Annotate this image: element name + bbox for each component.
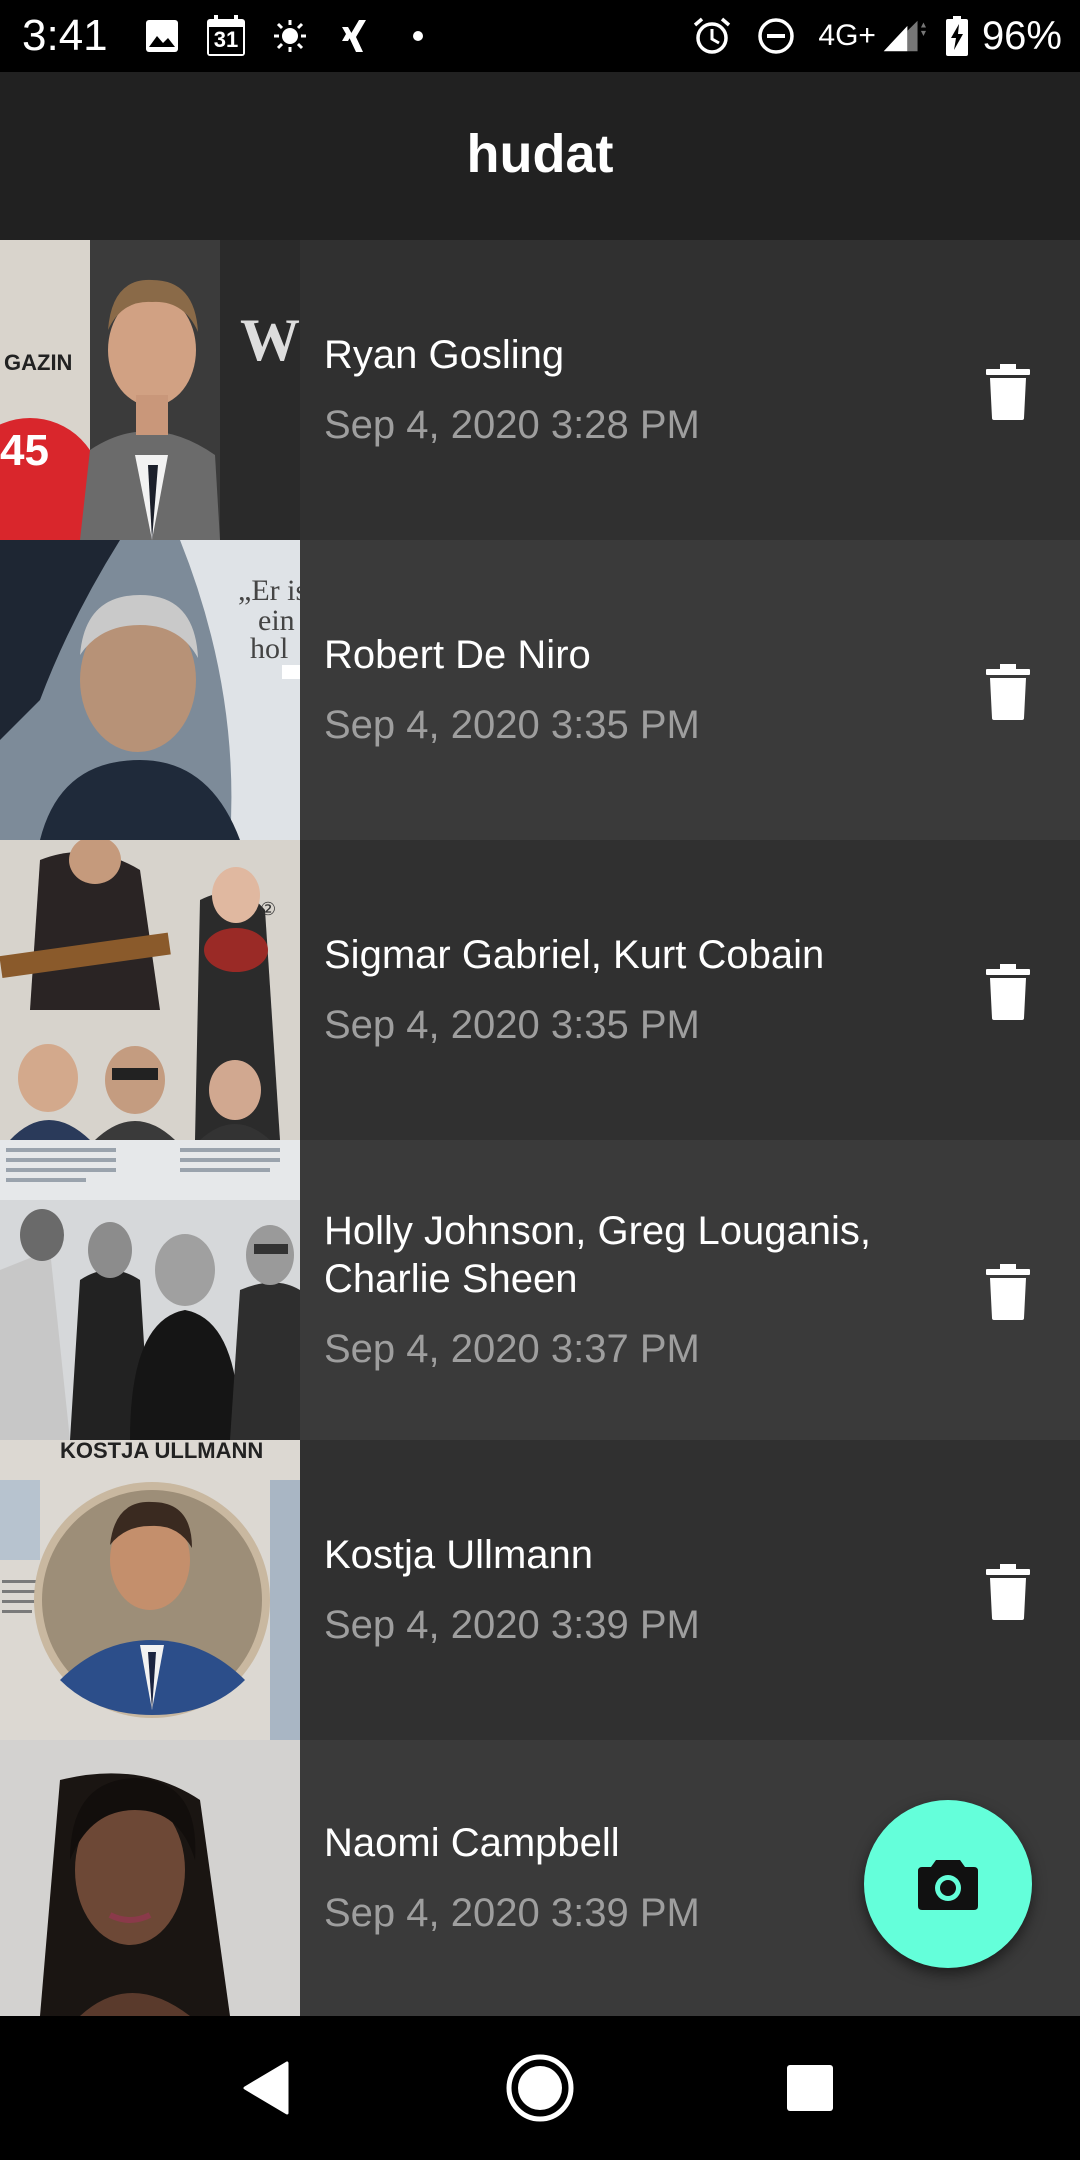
svg-text:hol: hol [250, 632, 288, 665]
photo-thumbnail: „Er is ein hol [0, 540, 300, 840]
calendar-day: 31 [213, 27, 239, 52]
trash-icon [986, 664, 1030, 720]
person-names: Ryan Gosling [324, 333, 565, 377]
delete-button[interactable] [980, 1262, 1036, 1322]
list-item[interactable]: Holly Johnson, Greg Louganis, Charlie Sh… [0, 1140, 1080, 1440]
list-item[interactable]: ② Sigmar Gabriel, Kurt Cobain Sep 4, 202… [0, 840, 1080, 1140]
back-icon [243, 2061, 289, 2115]
trash-icon [986, 964, 1030, 1020]
app-bar: hudat [0, 72, 1080, 240]
person-names: Naomi Campbell [324, 1821, 620, 1865]
alarm-icon [690, 14, 734, 58]
calendar-icon: 31 [204, 14, 248, 58]
recents-button[interactable] [774, 2052, 846, 2124]
trash-icon [986, 364, 1030, 420]
list-item-text: Robert De Niro Sep 4, 2020 3:35 PM [324, 540, 924, 840]
timestamp: Sep 4, 2020 3:37 PM [324, 1327, 700, 1371]
list-item[interactable]: „Er is ein hol Robert De Niro Sep 4, 202… [0, 540, 1080, 840]
camera-icon [918, 1860, 978, 1910]
timestamp: Sep 4, 2020 3:39 PM [324, 1603, 700, 1647]
list-item-text: Sigmar Gabriel, Kurt Cobain Sep 4, 2020 … [324, 840, 924, 1140]
brightness-icon [268, 14, 312, 58]
svg-text:②: ② [260, 899, 276, 919]
signal-icon [882, 14, 926, 58]
list-item[interactable]: KOSTJA ULLMANN Kostja Ullmann Sep 4, 202… [0, 1440, 1080, 1740]
recents-icon [787, 2065, 833, 2111]
dot-icon [396, 14, 440, 58]
list-item-text: Ryan Gosling Sep 4, 2020 3:28 PM [324, 240, 924, 540]
camera-fab-button[interactable] [864, 1800, 1032, 1968]
photo-thumbnail [0, 1740, 300, 2040]
home-button[interactable] [504, 2052, 576, 2124]
list-item-text: Holly Johnson, Greg Louganis, Charlie Sh… [324, 1140, 924, 1440]
person-names: Holly Johnson, Greg Louganis, Charlie Sh… [324, 1209, 871, 1301]
svg-text:45: 45 [0, 426, 49, 475]
svg-text:GAZIN: GAZIN [4, 350, 72, 375]
timestamp: Sep 4, 2020 3:35 PM [324, 1003, 700, 1047]
svg-text:W: W [240, 307, 300, 373]
svg-text:„Er is: „Er is [238, 574, 300, 607]
photo-thumbnail [0, 1140, 300, 1440]
svg-text:KOSTJA ULLMANN: KOSTJA ULLMANN [60, 1440, 263, 1463]
timestamp: Sep 4, 2020 3:39 PM [324, 1891, 700, 1935]
delete-button[interactable] [980, 662, 1036, 722]
status-left-icons: 31 [140, 14, 460, 58]
person-names: Kostja Ullmann [324, 1533, 594, 1577]
person-names: Sigmar Gabriel, Kurt Cobain [324, 933, 825, 977]
battery-percent: 96% [981, 13, 1062, 58]
list-item-text: Kostja Ullmann Sep 4, 2020 3:39 PM [324, 1440, 924, 1740]
status-right: 4G+ 96% [670, 12, 1062, 60]
xing-icon [332, 14, 376, 58]
photo-thumbnail: KOSTJA ULLMANN [0, 1440, 300, 1740]
delete-button[interactable] [980, 1562, 1036, 1622]
delete-button[interactable] [980, 962, 1036, 1022]
do-not-disturb-icon [754, 14, 798, 58]
back-button[interactable] [230, 2052, 302, 2124]
timestamp: Sep 4, 2020 3:28 PM [324, 403, 700, 447]
timestamp: Sep 4, 2020 3:35 PM [324, 703, 700, 747]
list-item-text: Naomi Campbell Sep 4, 2020 3:39 PM [324, 1740, 924, 2016]
navigation-bar [0, 2016, 1080, 2160]
battery-charging-icon [942, 14, 972, 58]
screen: 3:41 31 4G+ 96% hudat GAZIN 45 W Ryan Go… [0, 0, 1080, 2160]
photo-thumbnail: ② [0, 840, 300, 1140]
history-list: GAZIN 45 W Ryan Gosling Sep 4, 2020 3:28… [0, 240, 1080, 2040]
home-icon [506, 2054, 574, 2122]
status-bar: 3:41 31 4G+ 96% [0, 0, 1080, 72]
app-title: hudat [466, 124, 614, 184]
trash-icon [986, 1264, 1030, 1320]
status-time: 3:41 [22, 11, 108, 60]
network-type: 4G+ [818, 19, 876, 52]
image-icon [140, 14, 184, 58]
delete-button[interactable] [980, 362, 1036, 422]
trash-icon [986, 1564, 1030, 1620]
list-item[interactable]: GAZIN 45 W Ryan Gosling Sep 4, 2020 3:28… [0, 240, 1080, 540]
person-names: Robert De Niro [324, 633, 591, 677]
photo-thumbnail: GAZIN 45 W [0, 240, 300, 540]
